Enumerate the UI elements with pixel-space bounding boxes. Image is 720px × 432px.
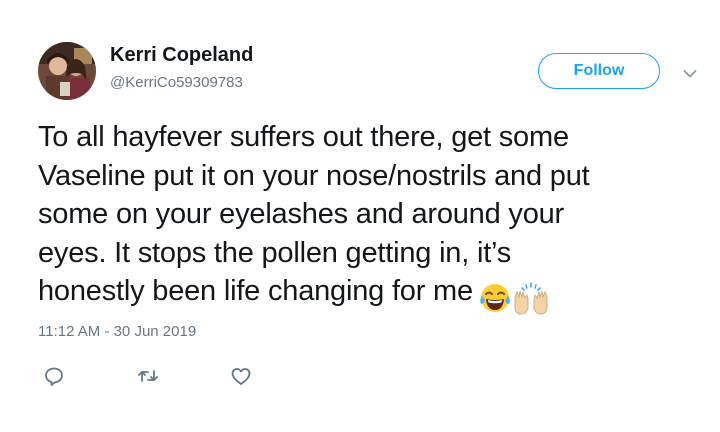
tweet-text-line: eyes. It stops the pollen getting in, it… (38, 236, 512, 269)
face-with-tears-of-joy-icon (479, 281, 511, 313)
display-name[interactable]: Kerri Copeland (110, 44, 253, 67)
tweet-timestamp[interactable]: 11:12 AM - 30 Jun 2019 (38, 323, 196, 340)
avatar[interactable] (38, 42, 96, 100)
tweet-text-line-last: honestly been life changing for me (38, 272, 698, 317)
reply-icon[interactable] (42, 364, 66, 388)
tweet-text-line: honestly been life changing for me (38, 275, 473, 307)
tweet-text-line: To all hayfever suffers out there, get s… (38, 121, 569, 153)
retweet-icon[interactable] (136, 364, 160, 388)
raising-hands-icon (511, 281, 551, 315)
tweet-text: To all hayfever suffers out there, get s… (38, 118, 698, 317)
follow-button[interactable]: Follow (538, 53, 660, 89)
user-handle[interactable]: @KerriCo59309783 (110, 74, 243, 91)
chevron-down-icon[interactable] (683, 66, 697, 78)
emoji-group (479, 278, 551, 317)
tweet-text-line: some on your eyelashes and around your (38, 198, 565, 230)
like-icon[interactable] (229, 364, 253, 388)
tweet-text-line: Vaseline put it on your nose/nostrils an… (38, 159, 590, 192)
